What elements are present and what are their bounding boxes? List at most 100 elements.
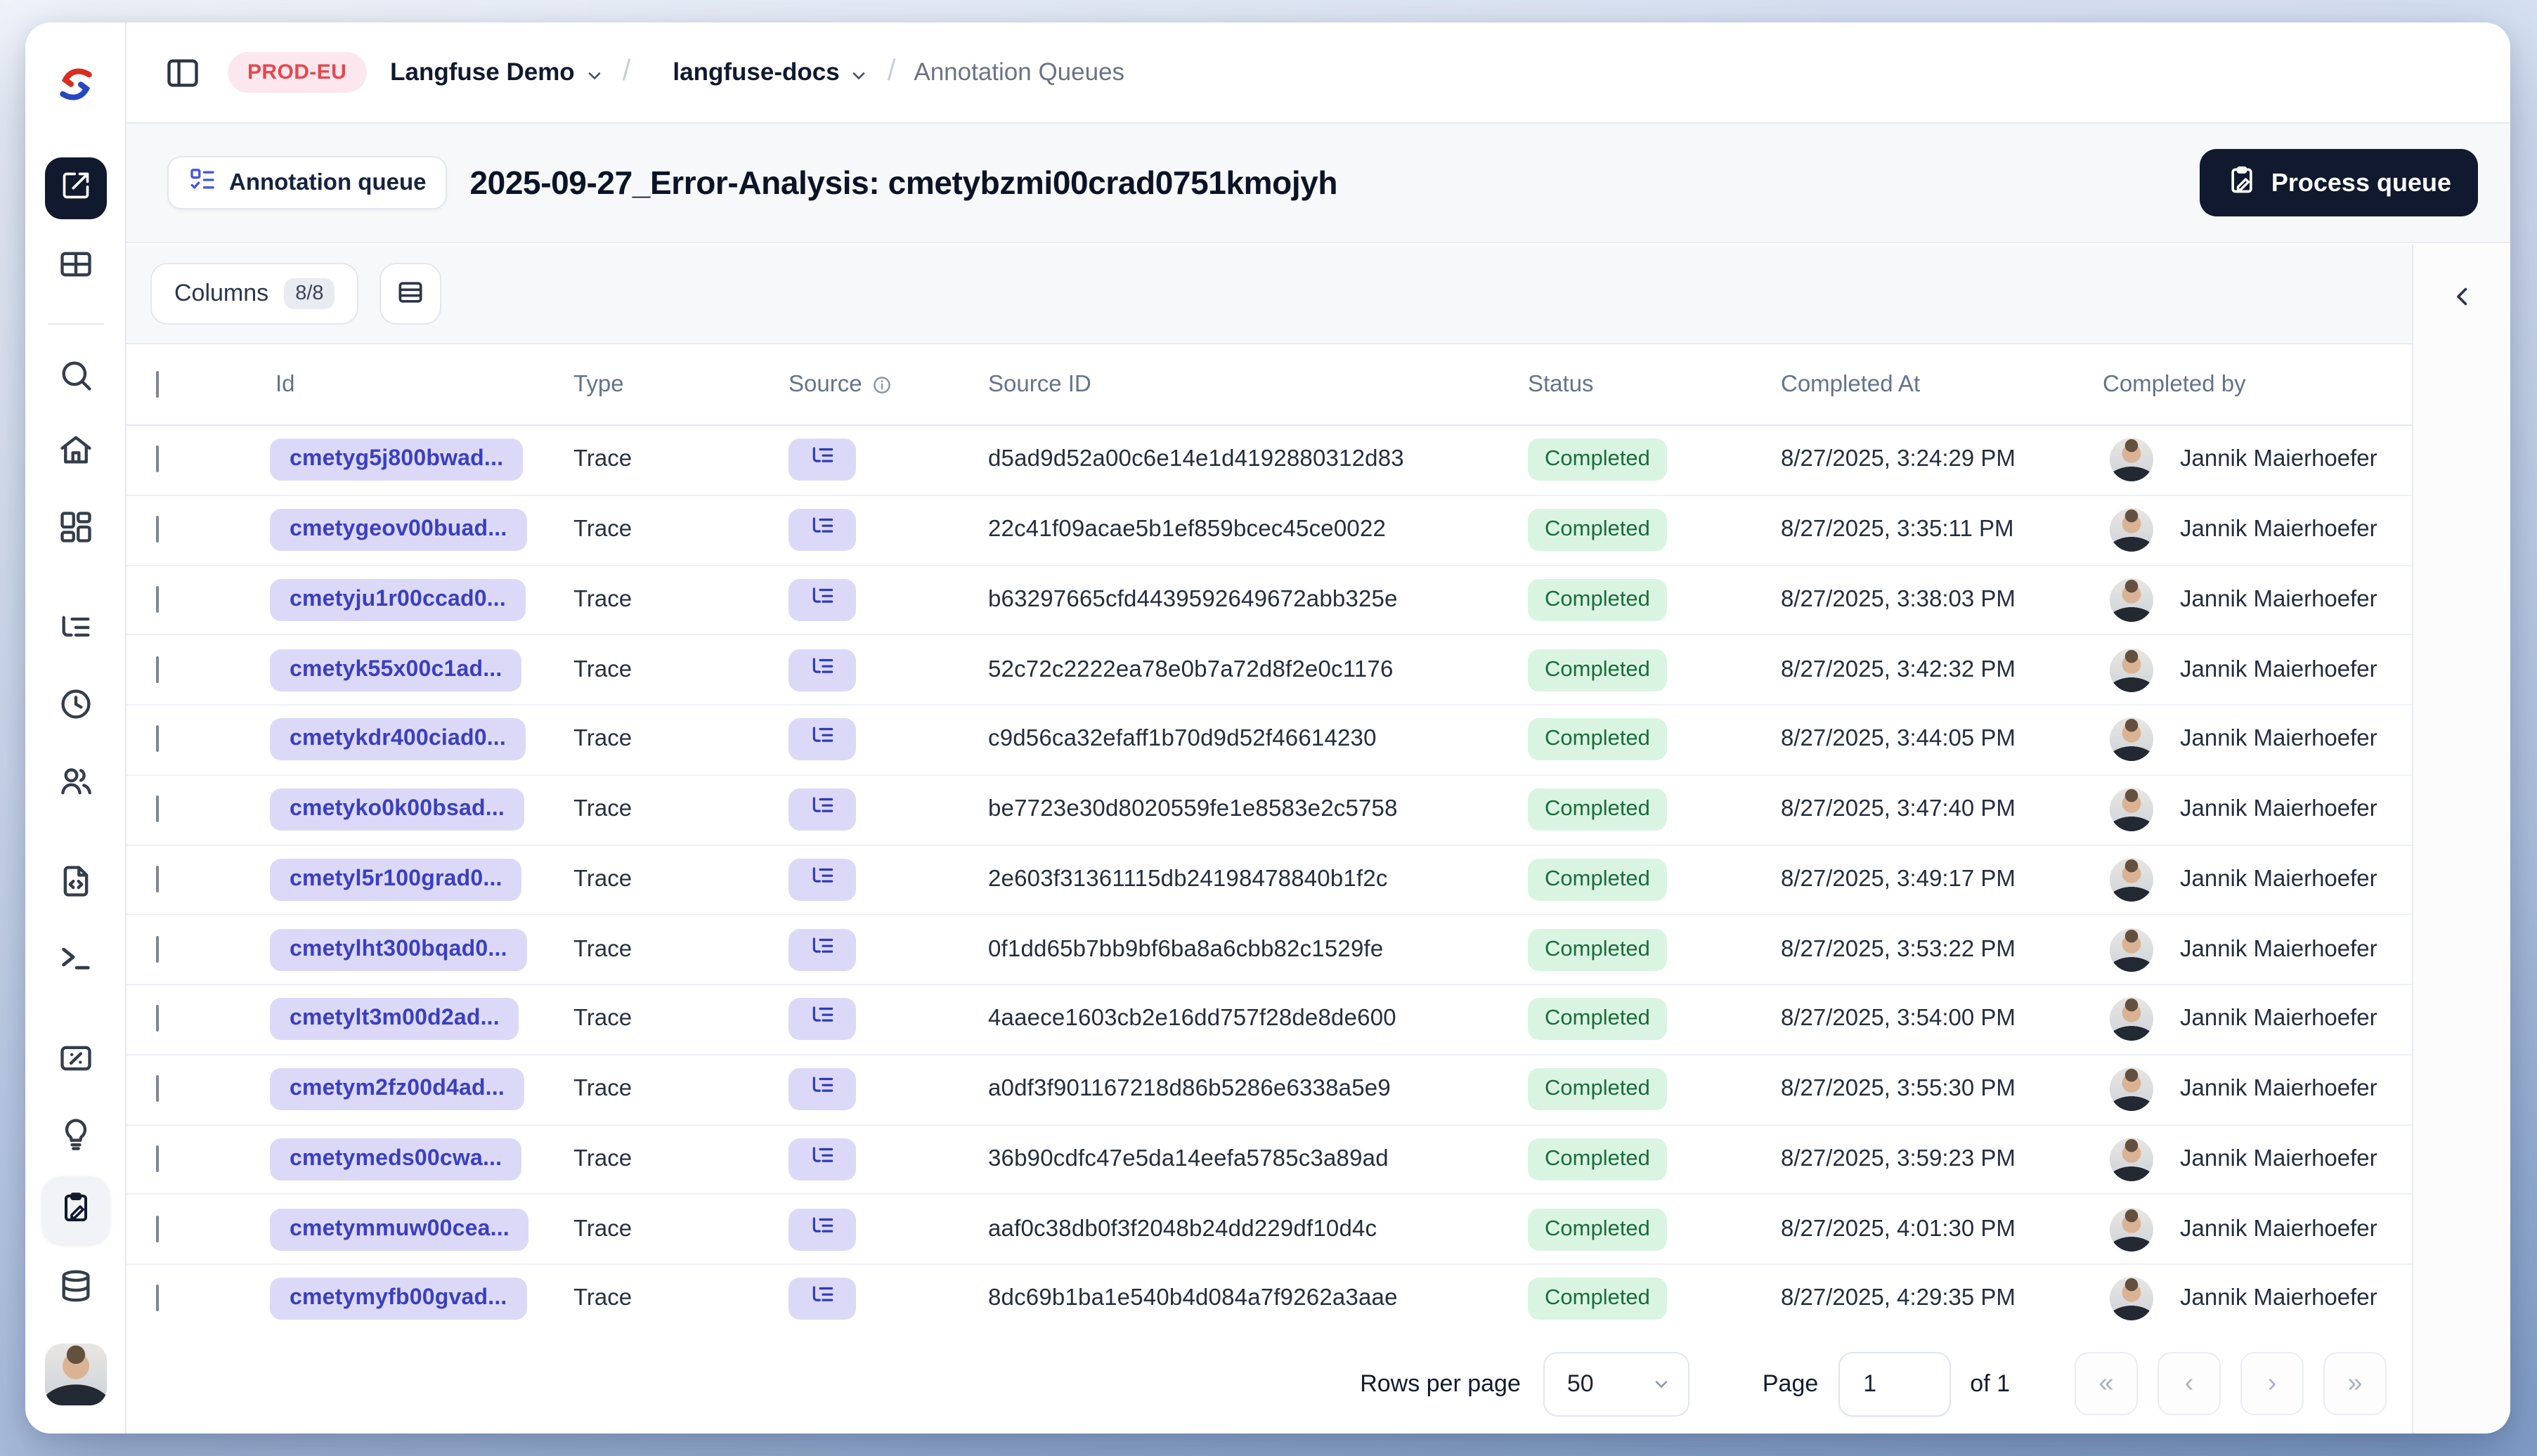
sidebar-item-datasets[interactable]: [58, 1268, 94, 1304]
sidebar-item-traces[interactable]: [58, 610, 94, 646]
queue-item-id-badge[interactable]: cmetyl5r100grad0...: [270, 858, 522, 901]
clipboard-pen-icon: [2226, 164, 2257, 202]
column-header-source-label: Source: [789, 371, 862, 396]
item-type: Trace: [573, 1076, 632, 1102]
source-trace-chip[interactable]: [789, 578, 856, 621]
source-id: b63297665cfd4439592649672abb325e: [988, 586, 1398, 612]
process-queue-button[interactable]: Process queue: [2199, 149, 2478, 216]
row-checkbox[interactable]: [156, 1005, 159, 1032]
row-checkbox[interactable]: [156, 1145, 159, 1172]
source-trace-chip[interactable]: [789, 858, 856, 901]
column-header-id[interactable]: Id: [275, 371, 295, 398]
page-number-input[interactable]: 1: [1838, 1351, 1951, 1416]
first-page-button[interactable]: «: [2075, 1352, 2138, 1415]
queue-item-id-badge[interactable]: cmetym2fz00d4ad...: [270, 1068, 524, 1111]
source-trace-chip[interactable]: [789, 998, 856, 1041]
table-row[interactable]: cmetygeov00buad... Trace 22c41f09acae5b1…: [126, 495, 2412, 566]
table-row[interactable]: cmetymeds00cwa... Trace 36b90cdfc47e5da1…: [126, 1125, 2412, 1195]
queue-item-id-badge[interactable]: cmetyk55x00c1ad...: [270, 649, 522, 691]
expand-panel-button[interactable]: [2434, 270, 2490, 326]
project-switcher[interactable]: langfuse-docs: [673, 58, 869, 87]
langfuse-app-window: PROD-EU Langfuse Demo / langfuse-docs / …: [25, 22, 2510, 1434]
table-row[interactable]: cmetykdr400ciad0... Trace c9d56ca32efaff…: [126, 706, 2412, 776]
langfuse-logo[interactable]: [55, 63, 97, 105]
sidebar-item-go-to-project[interactable]: [45, 157, 107, 219]
table-row[interactable]: cmetyl5r100grad0... Trace 2e603f31361115…: [126, 845, 2412, 916]
table-row[interactable]: cmetyko0k00bsad... Trace be7723e30d80205…: [126, 775, 2412, 845]
completed-by-avatar: [2110, 508, 2153, 552]
column-header-status[interactable]: Status: [1528, 371, 1594, 398]
row-checkbox[interactable]: [156, 1285, 159, 1312]
column-header-type[interactable]: Type: [573, 371, 624, 398]
dashboard-icon: [58, 509, 94, 545]
sidebar-toggle-icon[interactable]: [164, 54, 201, 91]
row-checkbox[interactable]: [156, 516, 159, 543]
source-trace-chip[interactable]: [789, 649, 856, 691]
queue-item-id-badge[interactable]: cmetyju1r00ccad0...: [270, 578, 526, 621]
source-trace-chip[interactable]: [789, 718, 856, 761]
rows-per-page-select[interactable]: 50: [1543, 1351, 1689, 1416]
info-icon[interactable]: [872, 374, 893, 395]
table-row[interactable]: cmetyju1r00ccad0... Trace b63297665cfd44…: [126, 566, 2412, 636]
next-page-button[interactable]: ›: [2240, 1352, 2304, 1415]
list-tree-icon: [809, 723, 836, 757]
table-row[interactable]: cmetylht300bqad0... Trace 0f1dd65b7bb9bf…: [126, 915, 2412, 985]
sidebar-item-home[interactable]: [58, 431, 94, 468]
row-checkbox[interactable]: [156, 935, 159, 963]
queue-item-id-badge[interactable]: cmetylht300bqad0...: [270, 928, 527, 971]
queue-item-id-badge[interactable]: cmetylt3m00d2ad...: [270, 998, 519, 1041]
column-header-source[interactable]: Source: [789, 371, 893, 398]
previous-page-button[interactable]: ‹: [2158, 1352, 2221, 1415]
row-checkbox[interactable]: [156, 865, 159, 892]
org-switcher[interactable]: Langfuse Demo: [390, 58, 604, 87]
row-checkbox[interactable]: [156, 446, 159, 473]
sidebar-item-users[interactable]: [58, 763, 94, 800]
table-row[interactable]: cmetymyfb00gvad... Trace 8dc69b1ba1e540b…: [126, 1265, 2412, 1335]
table-row[interactable]: cmetylt3m00d2ad... Trace 4aaece1603cb2e1…: [126, 985, 2412, 1055]
row-checkbox[interactable]: [156, 725, 159, 753]
sidebar-item-evaluators[interactable]: [58, 1116, 94, 1152]
row-checkbox[interactable]: [156, 795, 159, 823]
source-trace-chip[interactable]: [789, 928, 856, 971]
breadcrumb-current-page[interactable]: Annotation Queues: [914, 58, 1124, 87]
user-avatar-menu[interactable]: [45, 1344, 107, 1405]
last-page-button[interactable]: »: [2323, 1352, 2387, 1415]
queue-item-id-badge[interactable]: cmetyg5j800bwad...: [270, 438, 524, 481]
row-checkbox[interactable]: [156, 1215, 159, 1242]
queue-item-id-badge[interactable]: cmetyko0k00bsad...: [270, 788, 524, 831]
source-trace-chip[interactable]: [789, 1138, 856, 1181]
source-trace-chip[interactable]: [789, 788, 856, 831]
source-trace-chip[interactable]: [789, 438, 856, 481]
columns-button[interactable]: Columns 8/8: [150, 263, 359, 325]
select-all-checkbox[interactable]: [156, 370, 159, 397]
column-header-source-id[interactable]: Source ID: [988, 371, 1091, 398]
source-trace-chip[interactable]: [789, 1208, 856, 1251]
source-trace-chip[interactable]: [789, 509, 856, 552]
sidebar-item-scores[interactable]: [58, 1040, 94, 1077]
column-header-completed-at[interactable]: Completed At: [1781, 371, 1920, 398]
column-header-completed-by[interactable]: Completed by: [2103, 371, 2246, 398]
source-trace-chip[interactable]: [789, 1068, 856, 1111]
queue-item-id-badge[interactable]: cmetymyfb00gvad...: [270, 1278, 527, 1320]
sidebar-item-annotation-queues-active[interactable]: [42, 1176, 110, 1244]
sidebar-item-playground[interactable]: [58, 939, 94, 975]
queue-item-id-badge[interactable]: cmetykdr400ciad0...: [270, 718, 526, 761]
queue-item-id-badge[interactable]: cmetymmuw00cea...: [270, 1208, 529, 1251]
queue-item-id-badge[interactable]: cmetymeds00cwa...: [270, 1138, 522, 1181]
row-checkbox[interactable]: [156, 1075, 159, 1103]
environment-badge[interactable]: PROD-EU: [228, 52, 367, 93]
sidebar-item-search[interactable]: [58, 357, 94, 394]
table-row[interactable]: cmetyg5j800bwad... Trace d5ad9d52a00c6e1…: [126, 426, 2412, 496]
sidebar-item-tracing-table[interactable]: [58, 246, 94, 282]
table-row[interactable]: cmetym2fz00d4ad... Trace a0df3f901167218…: [126, 1055, 2412, 1125]
sidebar-item-dashboards[interactable]: [58, 509, 94, 545]
queue-item-id-badge[interactable]: cmetygeov00buad...: [270, 509, 527, 552]
row-checkbox[interactable]: [156, 585, 159, 613]
row-checkbox[interactable]: [156, 656, 159, 683]
table-row[interactable]: cmetymmuw00cea... Trace aaf0c38db0f3f204…: [126, 1195, 2412, 1265]
row-height-button[interactable]: [379, 263, 442, 325]
table-row[interactable]: cmetyk55x00c1ad... Trace 52c72c2222ea78e…: [126, 635, 2412, 706]
source-trace-chip[interactable]: [789, 1278, 856, 1320]
sidebar-item-sessions[interactable]: [58, 686, 94, 722]
sidebar-item-prompts[interactable]: [58, 863, 94, 899]
